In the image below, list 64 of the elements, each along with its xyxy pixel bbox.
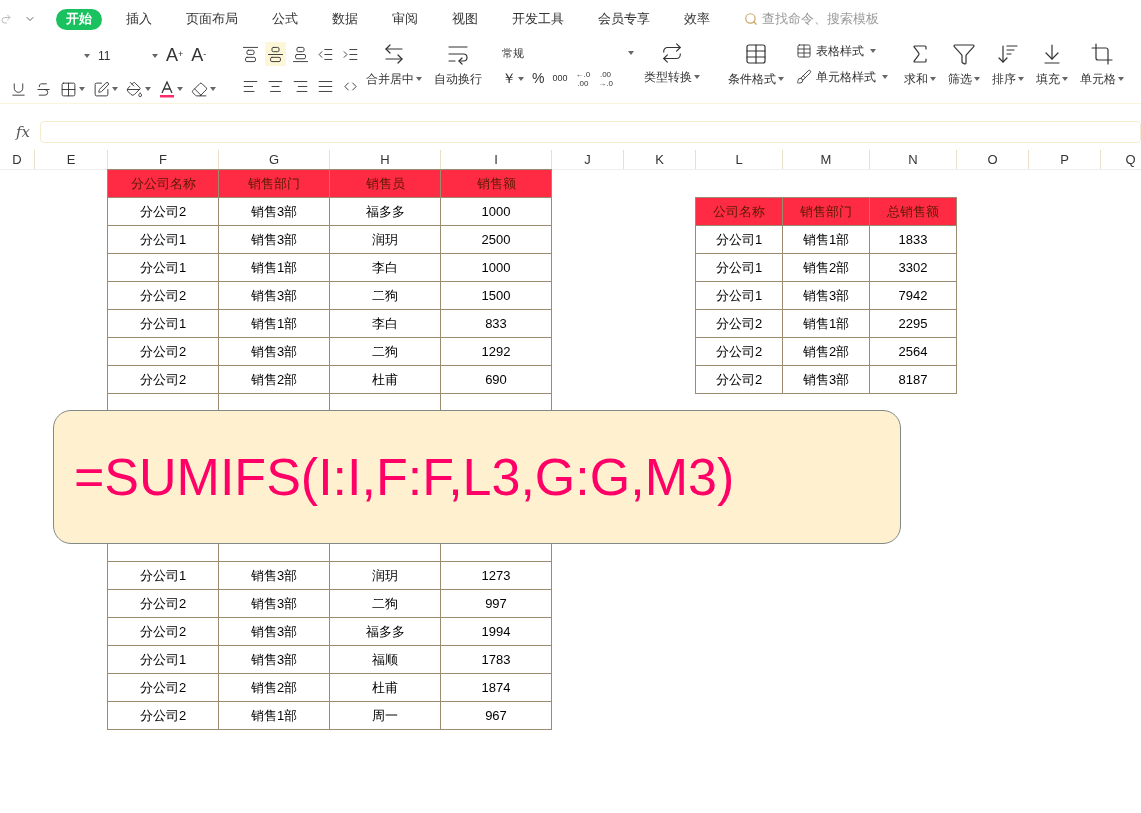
cell-style-label: 单元格样式 (816, 69, 876, 86)
font-decrease-button[interactable]: A$^{-}$ (187, 42, 211, 69)
tool-label: 求和 (904, 70, 936, 88)
header-cell: 销售部门 (218, 169, 330, 198)
merge-center-button[interactable]: 合并居中 (366, 42, 422, 103)
currency-button[interactable]: ￥ (502, 68, 524, 89)
table-style-button[interactable]: 表格样式 (796, 42, 888, 60)
menu-tab[interactable]: 开发工具 (502, 8, 574, 30)
table-cell: 分公司2 (107, 701, 219, 730)
cell-button[interactable]: 单元格 (1076, 42, 1128, 103)
number-format-field[interactable]: 常规 (498, 42, 638, 64)
sum-button[interactable]: 求和 (900, 42, 940, 103)
column-header[interactable]: D (0, 150, 35, 169)
column-header[interactable]: K (624, 150, 696, 169)
column-header[interactable]: Q (1101, 150, 1141, 169)
formula-callout: =SUMIFS(I:I,F:F,L3,G:G,M3) (53, 410, 901, 544)
header-cell: 总销售额 (869, 197, 957, 226)
column-header[interactable]: P (1029, 150, 1101, 169)
fill-button[interactable]: 填充 (1032, 42, 1072, 103)
font-size-field[interactable]: 11 (94, 45, 162, 66)
table-cell: 8187 (869, 365, 957, 394)
merge-label: 合并居中 (366, 70, 422, 88)
fx-label: fx (14, 121, 31, 143)
search-placeholder: 查找命令、搜索模板 (762, 10, 879, 28)
thousands-button[interactable]: 000 (552, 71, 568, 86)
increase-decimal-button[interactable]: ←.0 .00 (575, 69, 591, 88)
conditional-format-label: 条件格式 (728, 70, 784, 88)
menu-tab[interactable]: 页面布局 (176, 8, 248, 30)
decrease-decimal-button[interactable]: .00 →.0 (598, 69, 613, 88)
percent-button[interactable]: % (532, 68, 545, 89)
menu-tab[interactable]: 数据 (322, 8, 368, 30)
table-cell: 分公司2 (695, 365, 783, 394)
column-header[interactable]: L (696, 150, 783, 169)
cell-style-button[interactable]: 单元格样式 (796, 68, 888, 86)
filter-button[interactable]: 筛选 (944, 42, 984, 103)
menu-tab[interactable]: 公式 (262, 8, 308, 30)
menu-tab[interactable]: 插入 (116, 8, 162, 30)
header-cell: 销售额 (440, 169, 552, 198)
table-style-label: 表格样式 (816, 43, 864, 60)
header-cell: 公司名称 (695, 197, 783, 226)
wrap-text-button[interactable]: 自动换行 (434, 42, 482, 103)
header-cell: 销售员 (329, 169, 441, 198)
menu-tab[interactable]: 效率 (674, 8, 720, 30)
table-cell: 967 (440, 701, 552, 730)
column-header[interactable]: N (870, 150, 957, 169)
menu-tab[interactable]: 会员专享 (588, 8, 660, 30)
type-convert-label: 类型转换 (644, 68, 700, 86)
tool-label: 填充 (1036, 70, 1068, 88)
header-cell: 销售部门 (782, 197, 870, 226)
column-header[interactable]: M (783, 150, 870, 169)
menu-tab[interactable]: 视图 (442, 8, 488, 30)
conditional-format-button[interactable]: 条件格式 (724, 42, 788, 103)
tool-label: 单元格 (1080, 70, 1124, 88)
tool-label: 筛选 (948, 70, 980, 88)
column-header[interactable]: E (35, 150, 108, 169)
sort-button[interactable]: 排序 (988, 42, 1028, 103)
tool-label: 排序 (992, 70, 1024, 88)
type-convert-button[interactable]: 类型转换 (636, 42, 708, 103)
menu-tab[interactable]: 审阅 (382, 8, 428, 30)
column-header[interactable]: O (957, 150, 1029, 169)
column-header[interactable]: J (552, 150, 624, 169)
font-increase-button[interactable]: A$^{+}$ (162, 42, 188, 69)
wrap-text-label: 自动换行 (434, 71, 482, 88)
header-cell: 分公司名称 (107, 169, 219, 198)
